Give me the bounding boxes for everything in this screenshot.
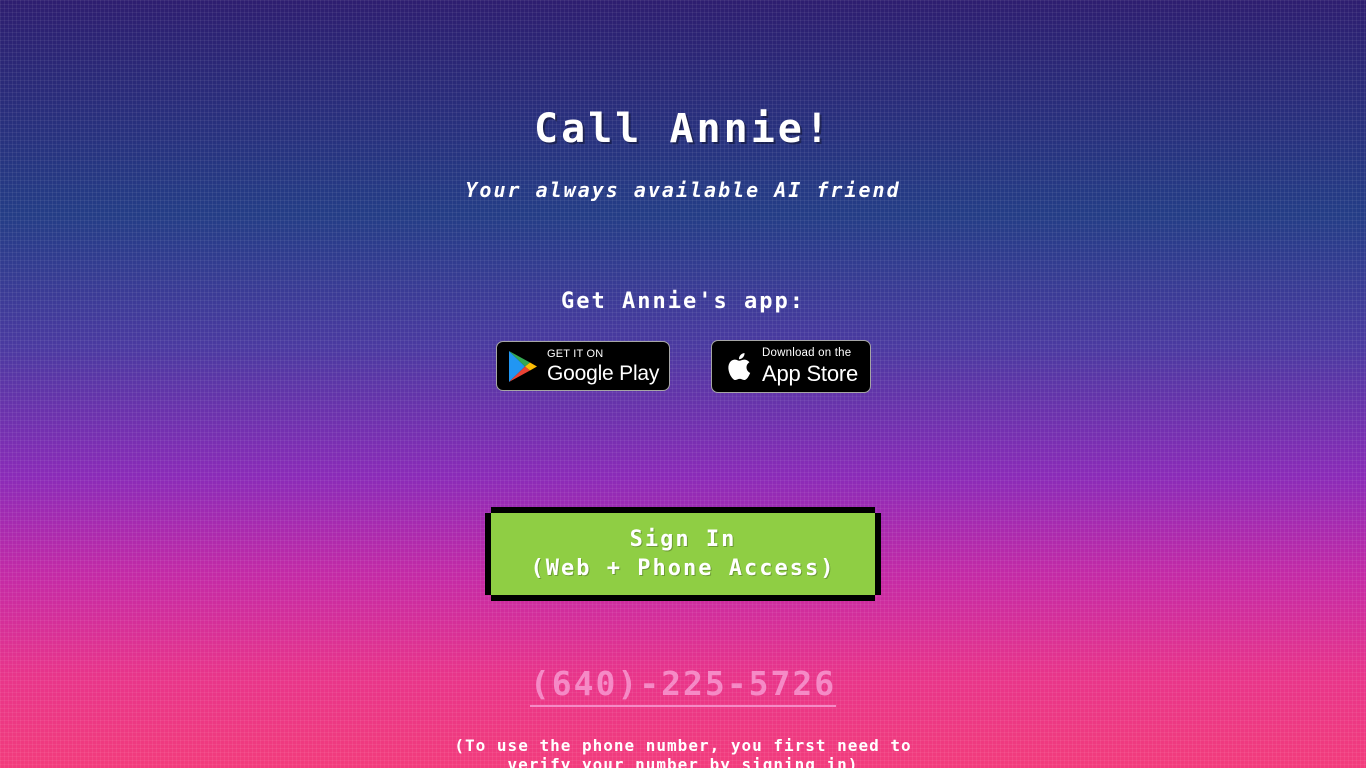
google-play-icon: [507, 349, 539, 383]
phone-number-text[interactable]: (640)-225-5726: [529, 664, 837, 707]
page-subtitle: Your always available AI friend: [465, 178, 901, 202]
app-store-badge[interactable]: Download on the App Store: [711, 340, 871, 393]
app-store-big-text: App Store: [762, 360, 859, 386]
phone-number-link[interactable]: (640)-225-5726: [0, 664, 1366, 707]
get-app-heading: Get Annie's app:: [561, 289, 805, 314]
phone-note-line-2: verify your number by signing in): [507, 755, 859, 768]
app-store-text: Download on the App Store: [762, 348, 858, 385]
phone-note-line-1: (To use the phone number, you first need…: [454, 736, 912, 755]
phone-note: (To use the phone number, you first need…: [0, 736, 1366, 768]
page: Call Annie! Your always available AI fri…: [0, 0, 1366, 768]
signin-button-label: Sign In: [629, 527, 737, 552]
signin-button[interactable]: Sign In (Web + Phone Access): [491, 513, 875, 595]
google-play-big-text: Google Play: [547, 361, 660, 385]
signin-button-sublabel: (Web + Phone Access): [530, 556, 836, 581]
google-play-badge[interactable]: GET IT ON Google Play: [496, 341, 670, 391]
signin-button-wrapper: Sign In (Web + Phone Access): [485, 507, 881, 601]
google-play-text: GET IT ON Google Play: [547, 347, 660, 385]
apple-icon: [722, 350, 754, 384]
app-store-small-text: Download on the: [762, 347, 852, 360]
google-play-small-text: GET IT ON: [547, 347, 604, 360]
page-title: Call Annie!: [534, 106, 832, 152]
